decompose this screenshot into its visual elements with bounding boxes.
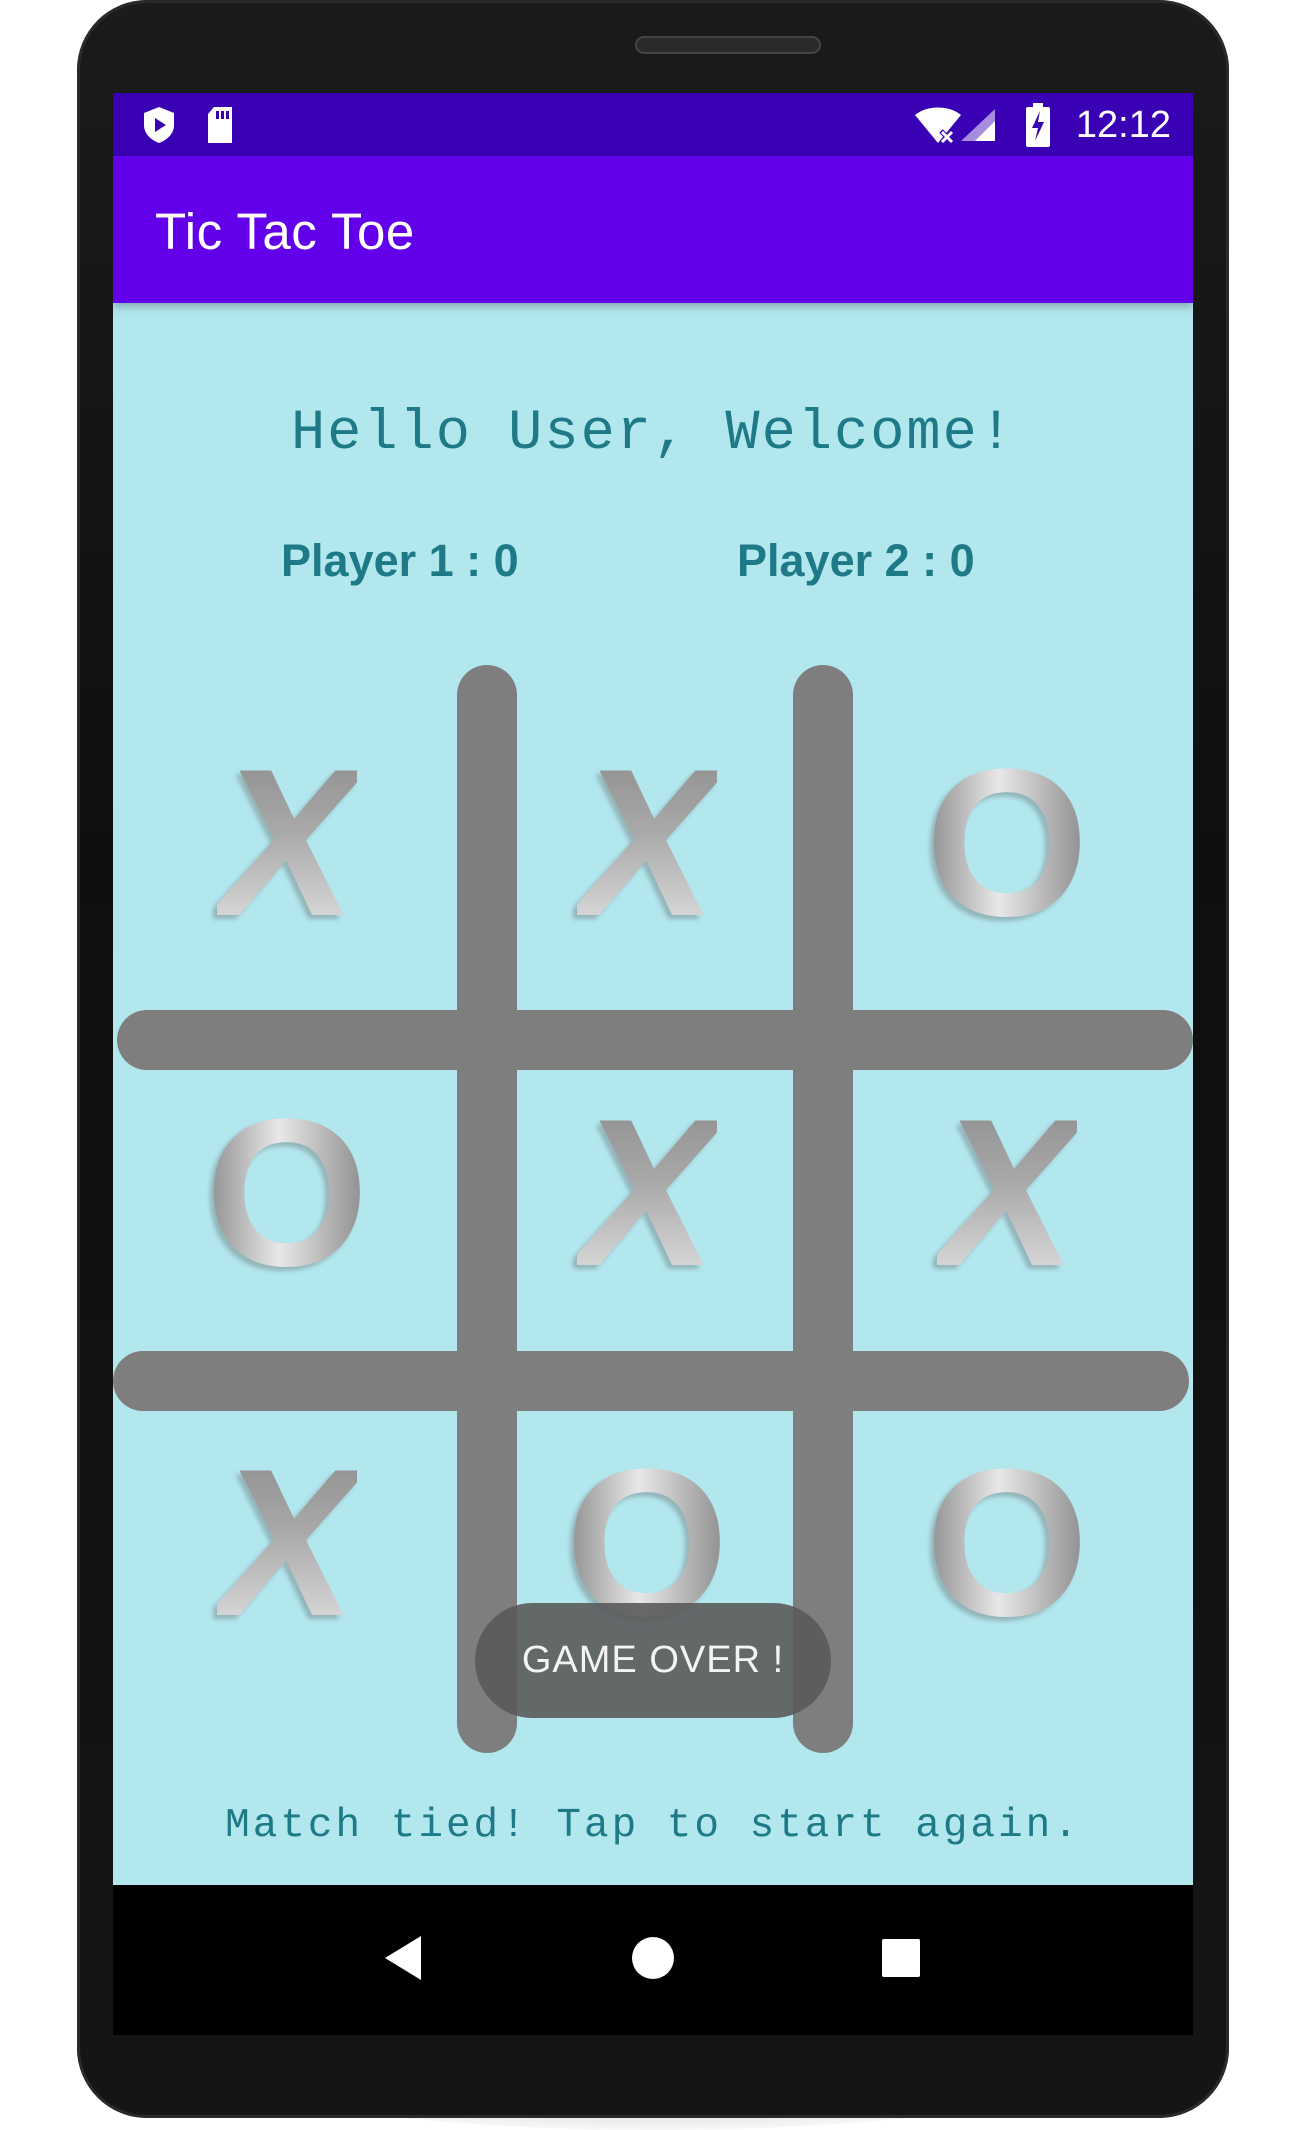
match-status-message[interactable]: Match tied! Tap to start again. [113,1798,1193,1854]
x-mark: X [216,725,358,960]
player1-label: Player 1 [281,535,454,586]
o-mark: O [205,1075,369,1310]
player2-score-value: 0 [949,535,975,586]
score-separator: : [453,535,494,586]
home-icon [631,1936,675,1984]
wifi-off-icon [913,107,963,149]
board-cell-6[interactable]: X [857,1043,1157,1343]
x-mark: X [576,1075,718,1310]
recents-icon [881,1938,921,1982]
player1-score: Player 1 : 0 [281,533,519,589]
app-title: Tic Tac Toe [155,203,415,260]
board-cell-3[interactable]: O [857,693,1157,993]
battery-charging-icon [1025,103,1051,151]
welcome-message: Hello User, Welcome! [290,402,1016,466]
x-mark: X [936,1075,1078,1310]
home-button[interactable] [593,1885,713,2035]
board-cell-9[interactable]: O [857,1393,1157,1693]
earpiece-speaker [635,36,821,54]
status-time: 12:12 [1075,104,1171,146]
board-cell-1[interactable]: X [137,693,437,993]
app-screen: 12:12 Tic Tac Toe Hello User, Welcome! P… [113,93,1193,1885]
player2-score: Player 2 : 0 [737,533,975,589]
app-bar: Tic Tac Toe [113,156,1193,303]
back-button[interactable] [343,1885,463,2035]
o-mark: O [925,1425,1089,1660]
board-cell-4[interactable]: O [137,1043,437,1343]
o-mark: O [925,725,1089,960]
game-over-toast: GAME OVER ! [475,1603,831,1718]
status-bar: 12:12 [113,93,1193,156]
back-icon [381,1934,425,1986]
navigation-bar [113,1885,1193,2035]
shield-icon [141,105,177,149]
signal-icon [959,107,997,147]
recents-button[interactable] [841,1885,961,2035]
grid-line-vertical-2 [793,665,853,1753]
sd-card-icon [205,105,235,149]
board-cell-5[interactable]: X [497,1043,797,1343]
x-mark: X [216,1425,358,1660]
board-cell-2[interactable]: X [497,693,797,993]
score-separator: : [909,535,950,586]
board-cell-7[interactable]: X [137,1393,437,1693]
player1-score-value: 0 [493,535,519,586]
x-mark: X [576,725,718,960]
player2-label: Player 2 [737,535,910,586]
